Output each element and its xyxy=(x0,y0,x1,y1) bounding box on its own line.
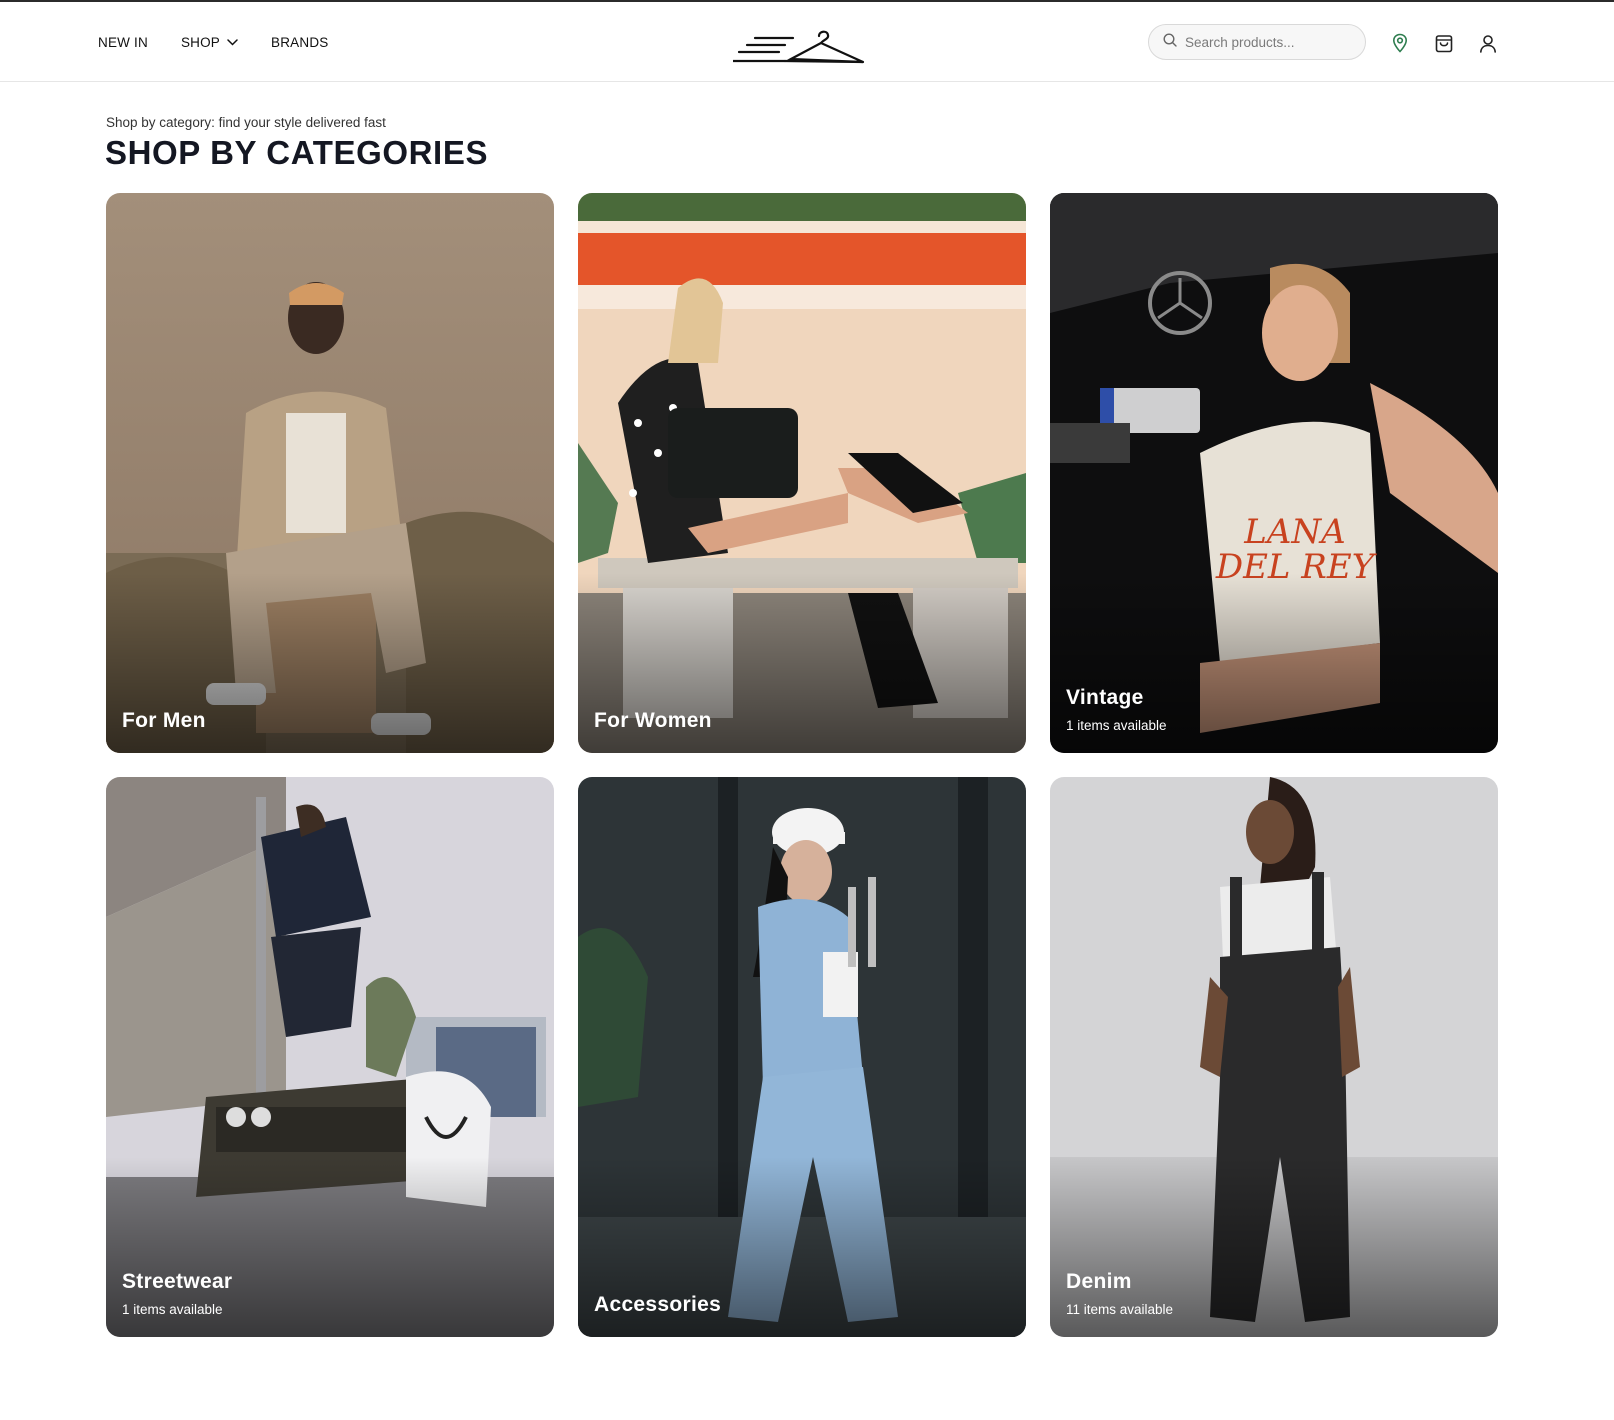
card-caption: Vintage 1 items available xyxy=(1066,686,1167,733)
nav-shop-label: SHOP xyxy=(180,34,221,50)
category-name: Vintage xyxy=(1066,686,1144,709)
category-name: Streetwear xyxy=(122,1270,233,1293)
section-eyebrow: Shop by category: find your style delive… xyxy=(106,115,386,130)
category-card-for-women[interactable]: For Women xyxy=(578,193,1026,753)
shopping-bag-icon[interactable] xyxy=(1433,32,1455,54)
category-name: Accessories xyxy=(594,1293,722,1316)
category-item-count: 1 items available xyxy=(122,1302,223,1317)
nav-shop[interactable]: SHOP xyxy=(181,35,238,50)
category-grid: For Men For Women LANA DEL REY Vintage 1… xyxy=(106,193,1498,1337)
chevron-down-icon xyxy=(227,38,238,46)
site-header: NEW IN SHOP BRANDS xyxy=(0,2,1614,82)
category-card-streetwear[interactable]: Streetwear 1 items available xyxy=(106,777,554,1337)
page-title: SHOP BY CATEGORIES xyxy=(105,134,489,171)
category-name: Denim xyxy=(1066,1270,1132,1293)
card-caption: For Women xyxy=(594,709,712,733)
location-pin-icon[interactable] xyxy=(1389,32,1411,54)
category-item-count: 1 items available xyxy=(1066,718,1167,733)
category-item-count: 11 items available xyxy=(1066,1302,1174,1317)
user-icon[interactable] xyxy=(1477,32,1499,54)
card-caption: For Men xyxy=(122,709,206,733)
card-caption: Accessories xyxy=(594,1293,721,1317)
search-box[interactable] xyxy=(1148,24,1366,60)
nav-brands[interactable]: BRANDS xyxy=(271,35,328,50)
card-caption: Denim 11 items available xyxy=(1066,1270,1173,1317)
category-card-for-men[interactable]: For Men xyxy=(106,193,554,753)
category-card-vintage[interactable]: LANA DEL REY Vintage 1 items available xyxy=(1050,193,1498,753)
search-icon xyxy=(1163,32,1177,52)
nav-new-in-label: NEW IN xyxy=(98,34,148,50)
site-logo[interactable] xyxy=(731,26,865,68)
search-input[interactable] xyxy=(1185,34,1345,50)
nav-new-in[interactable]: NEW IN xyxy=(98,35,148,50)
shirt-print: LANA xyxy=(1243,512,1345,552)
category-name: For Men xyxy=(122,709,206,732)
nav-brands-label: BRANDS xyxy=(271,34,329,50)
card-caption: Streetwear 1 items available xyxy=(122,1270,232,1317)
main-nav: NEW IN SHOP BRANDS xyxy=(98,2,361,82)
category-card-denim[interactable]: Denim 11 items available xyxy=(1050,777,1498,1337)
category-card-accessories[interactable]: Accessories xyxy=(578,777,1026,1337)
category-name: For Women xyxy=(594,709,712,732)
